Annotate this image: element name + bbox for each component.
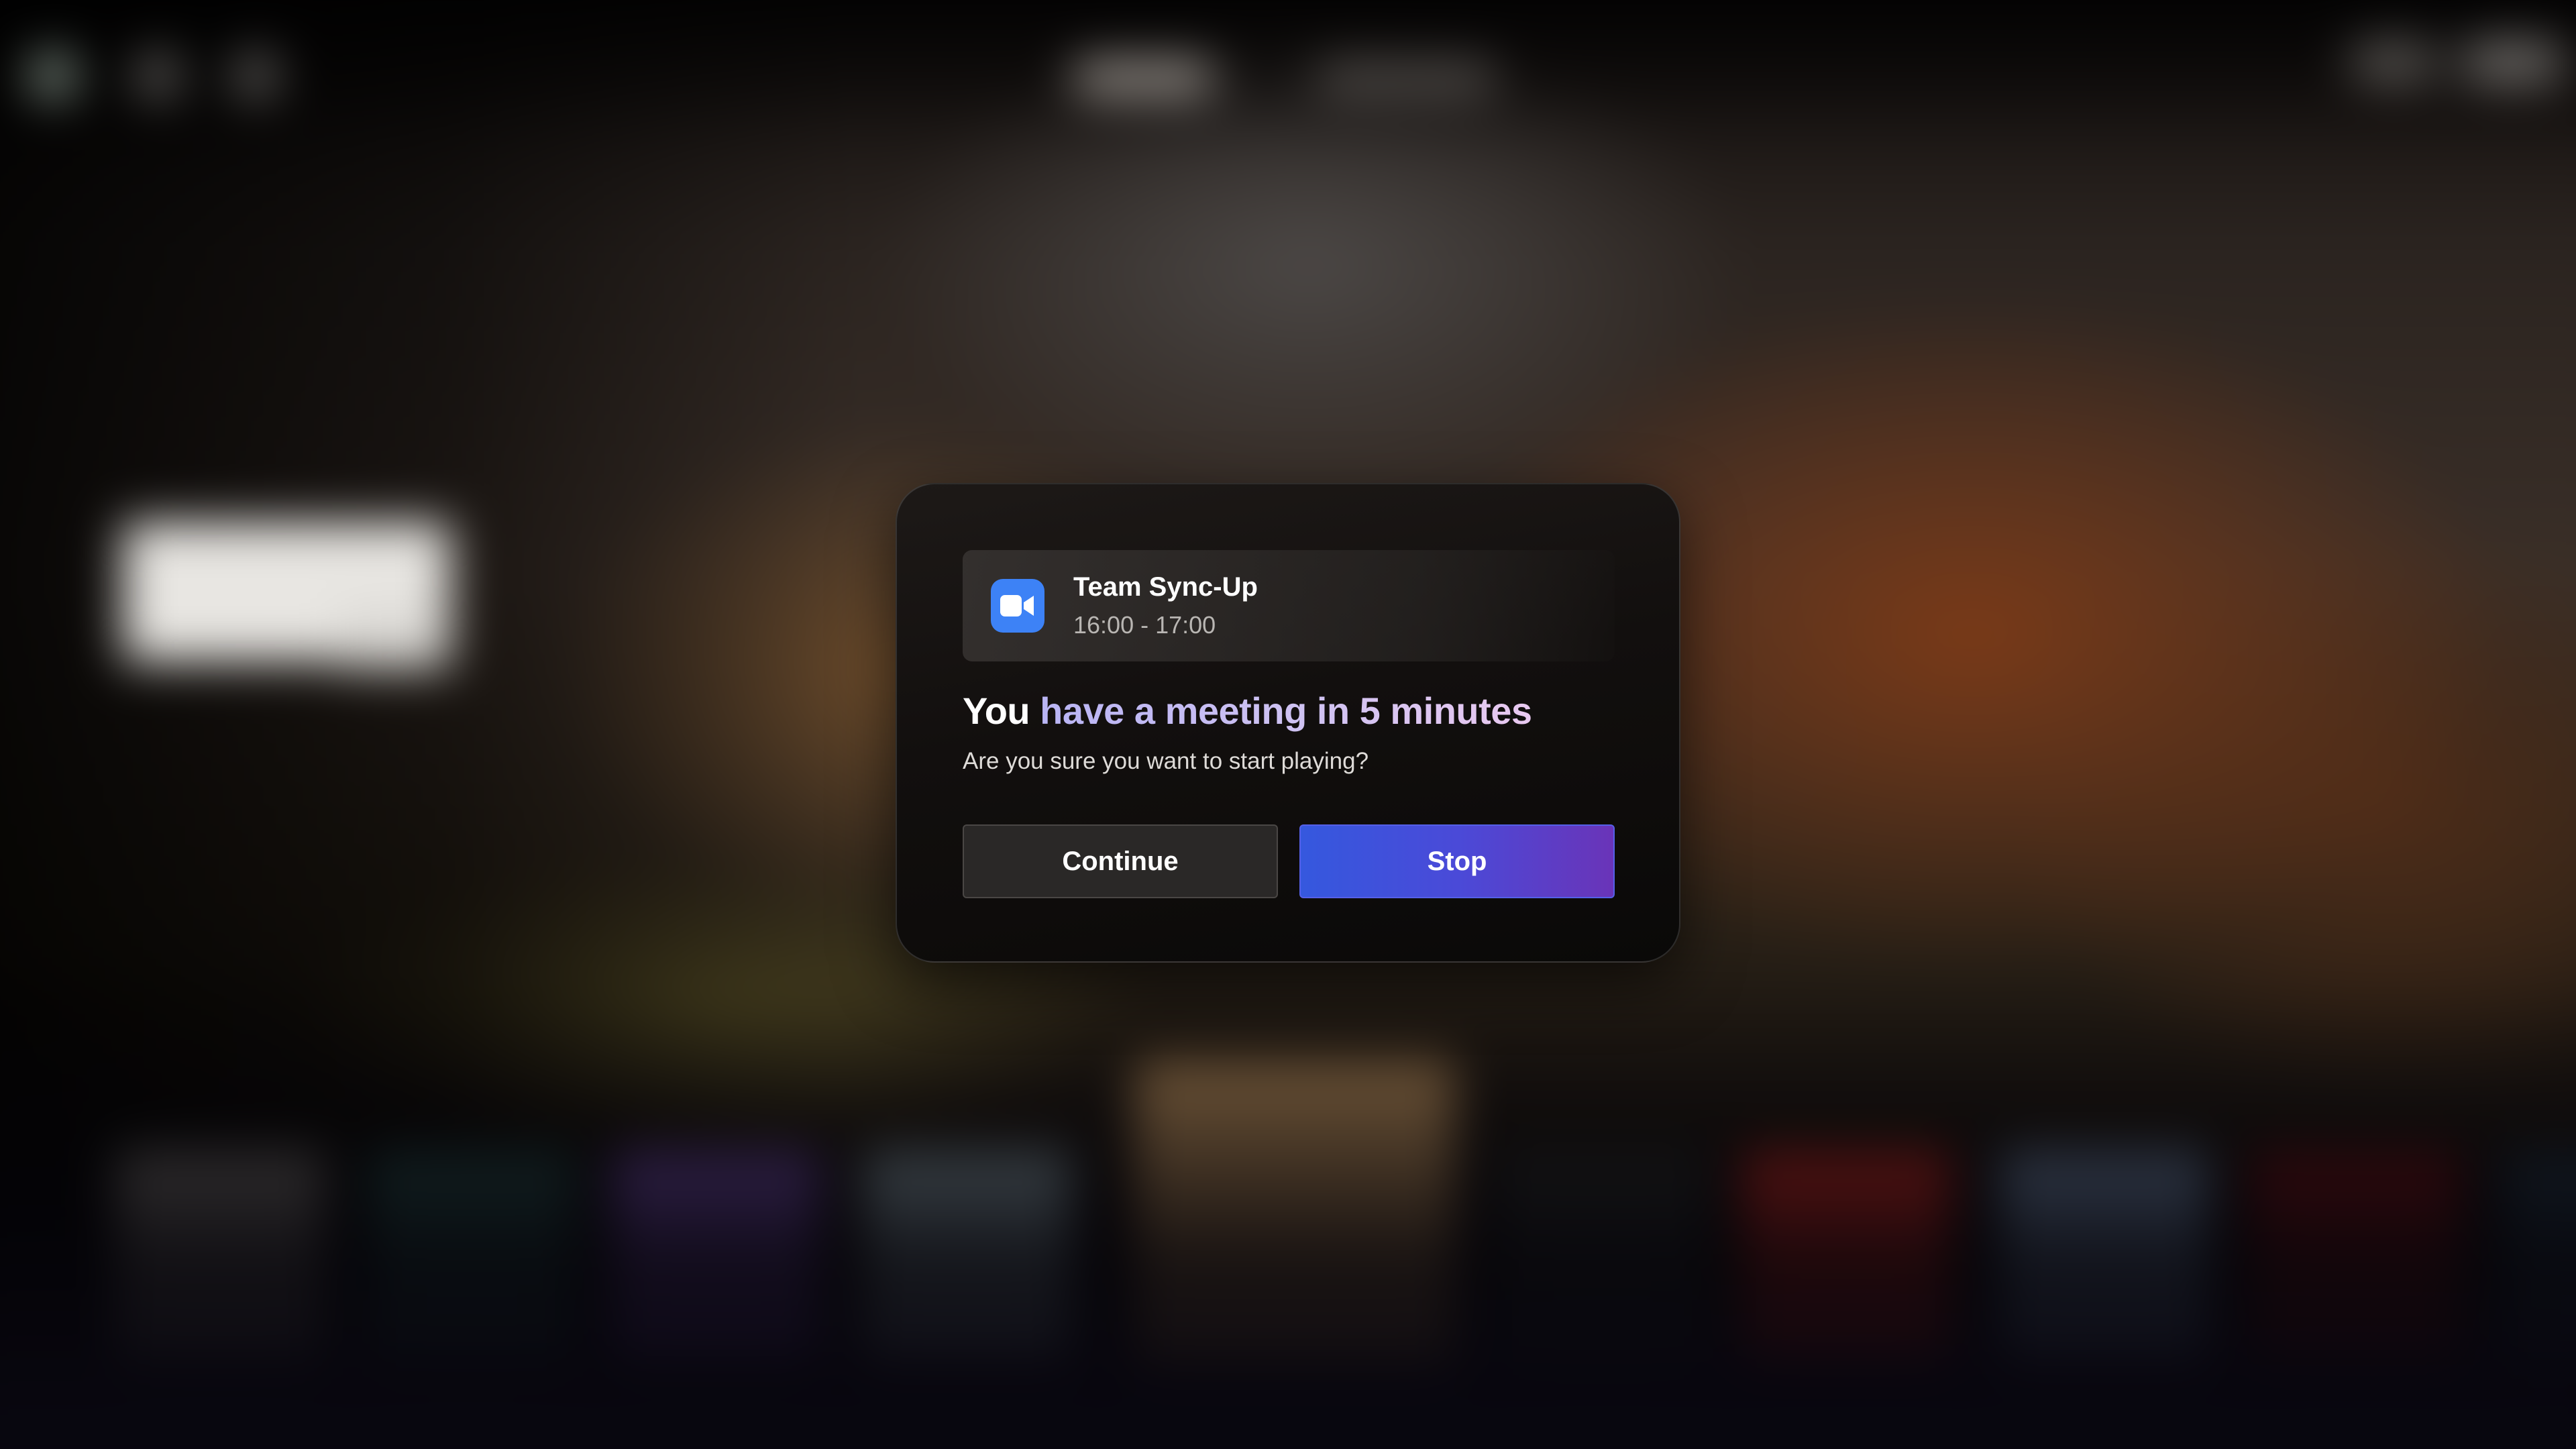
status-chip	[2348, 40, 2439, 83]
headline-lead: You	[963, 690, 1030, 732]
search-icon	[133, 51, 182, 101]
bottom-fade	[0, 989, 2576, 1449]
calendar-event-card: Team Sync-Up 16:00 - 17:00	[963, 550, 1615, 661]
top-fade	[0, 0, 2576, 153]
tab-games	[1071, 60, 1215, 94]
meeting-reminder-dialog: Team Sync-Up 16:00 - 17:00 You have a me…	[896, 483, 1680, 963]
game-launcher-screen: Team Sync-Up 16:00 - 17:00 You have a me…	[0, 0, 2576, 1449]
game-logo-subtitle	[339, 612, 451, 669]
video-camera-glyph	[1000, 595, 1034, 616]
continue-button[interactable]: Continue	[963, 824, 1278, 898]
event-time: 16:00 - 17:00	[1073, 611, 1216, 639]
video-camera-icon	[991, 579, 1044, 633]
stop-button[interactable]: Stop	[1299, 824, 1615, 898]
dialog-message: Are you sure you want to start playing?	[963, 748, 1369, 774]
clock-chip	[2460, 40, 2565, 83]
dialog-headline: You have a meeting in 5 minutes	[963, 689, 1532, 733]
headline-highlight: have a meeting in 5 minutes	[1030, 690, 1532, 732]
tab-media	[1316, 60, 1497, 94]
profile-icon	[28, 51, 78, 101]
settings-icon	[231, 51, 280, 101]
event-title: Team Sync-Up	[1073, 572, 1258, 602]
